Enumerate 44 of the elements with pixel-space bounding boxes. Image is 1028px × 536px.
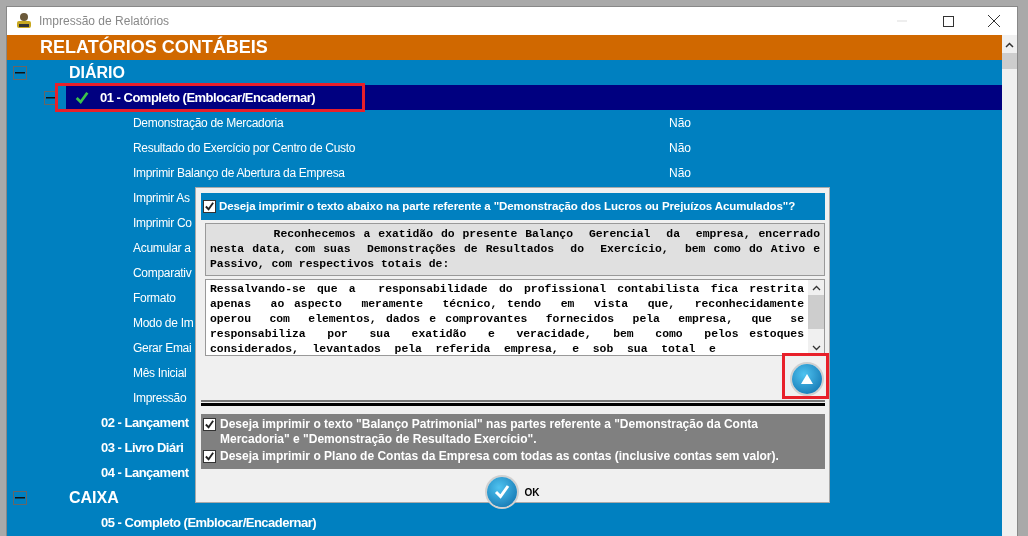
collapse-toggle[interactable] (44, 90, 58, 105)
body-text: Ressalvando-se que a responsabilidade do profissional contabilista fica restrita apenas ao aspecto meramente técnico, tendo em vista que, reconhecidamente operou com elementos, dados e comprovantes fornecidos pela empresa, que se responsabiliza por sua exatidão e veracidade, bem como pelos estoques considerados, levantados pela referida empresa, e sob sua total e (209, 282, 805, 355)
report-row[interactable]: 02 - Lançament (101, 412, 189, 433)
collapse-toggle[interactable] (13, 490, 27, 505)
option-label[interactable]: Resultado do Exercício por Centro de Custo (133, 138, 669, 157)
option-value: Não (669, 114, 691, 132)
checkbox[interactable] (203, 418, 216, 431)
option-value: Não (669, 164, 691, 182)
scroll-thumb[interactable] (1002, 53, 1017, 69)
option-label: Deseja imprimir o Plano de Contas da Empresa com todas as contas (inclusive contas sem valor). (220, 449, 779, 464)
window-title: Impressão de Relatórios (39, 13, 170, 30)
maximize-icon (942, 15, 954, 27)
report-row[interactable]: 03 - Livro Diári (101, 437, 184, 458)
section-label[interactable]: DIÁRIO (69, 60, 125, 85)
header-text: Reconhecemos a exatidão do presente Balanço Gerencial da empresa, encerrado nesta data, com suas Demonstrações de Resultados do Exercício, bem como do Ativo e Passivo, com respectivos totais de: (205, 223, 825, 276)
scroll-thumb[interactable] (808, 295, 824, 329)
ok-button[interactable]: OK (486, 477, 540, 507)
option-label[interactable]: Demonstração de Mercadoria (133, 113, 669, 132)
option-label: Deseja imprimir o texto abaixo na parte referente a "Demonstração dos Lucros ou Prejuízos Acumulados"? (219, 198, 796, 214)
checkbox[interactable] (203, 200, 216, 213)
close-icon (988, 15, 1000, 27)
report-label: 01 - Completo (Emblocar/Encadernar) (100, 88, 316, 107)
option-value: Não (669, 139, 691, 157)
report-row[interactable]: 05 - Completo (Emblocar/Encadernar) (101, 512, 317, 533)
scrollbar[interactable] (1002, 35, 1017, 536)
minus-icon (15, 71, 25, 74)
option-label: Deseja imprimir o texto "Balanço Patrimonial" nas partes referente a "Demonstração da Conta Mercadoria" e "Demonstração de Resultado Exercício". (220, 417, 759, 447)
minus-icon (15, 496, 25, 499)
scroll-up-button[interactable] (792, 364, 822, 394)
report-row[interactable]: 04 - Lançament (101, 462, 189, 483)
chevron-up-icon[interactable] (811, 284, 821, 293)
chevron-up-icon[interactable] (1005, 41, 1014, 50)
scrollbar[interactable] (808, 280, 824, 355)
collapse-toggle[interactable] (13, 65, 27, 80)
report-row[interactable]: 01 - Completo (Emblocar/Encadernar) (66, 85, 1002, 110)
header-title: RELATÓRIOS CONTÁBEIS (7, 35, 1002, 60)
chevron-down-icon[interactable] (811, 343, 821, 352)
app-icon (15, 12, 33, 30)
triangle-up-icon (800, 373, 814, 385)
checkbox[interactable] (203, 450, 216, 463)
option-label[interactable]: Imprimir Balanço de Abertura da Empresa (133, 163, 669, 182)
section-label[interactable]: CAIXA (69, 485, 119, 510)
minus-icon (46, 96, 56, 99)
check-icon (486, 477, 517, 507)
